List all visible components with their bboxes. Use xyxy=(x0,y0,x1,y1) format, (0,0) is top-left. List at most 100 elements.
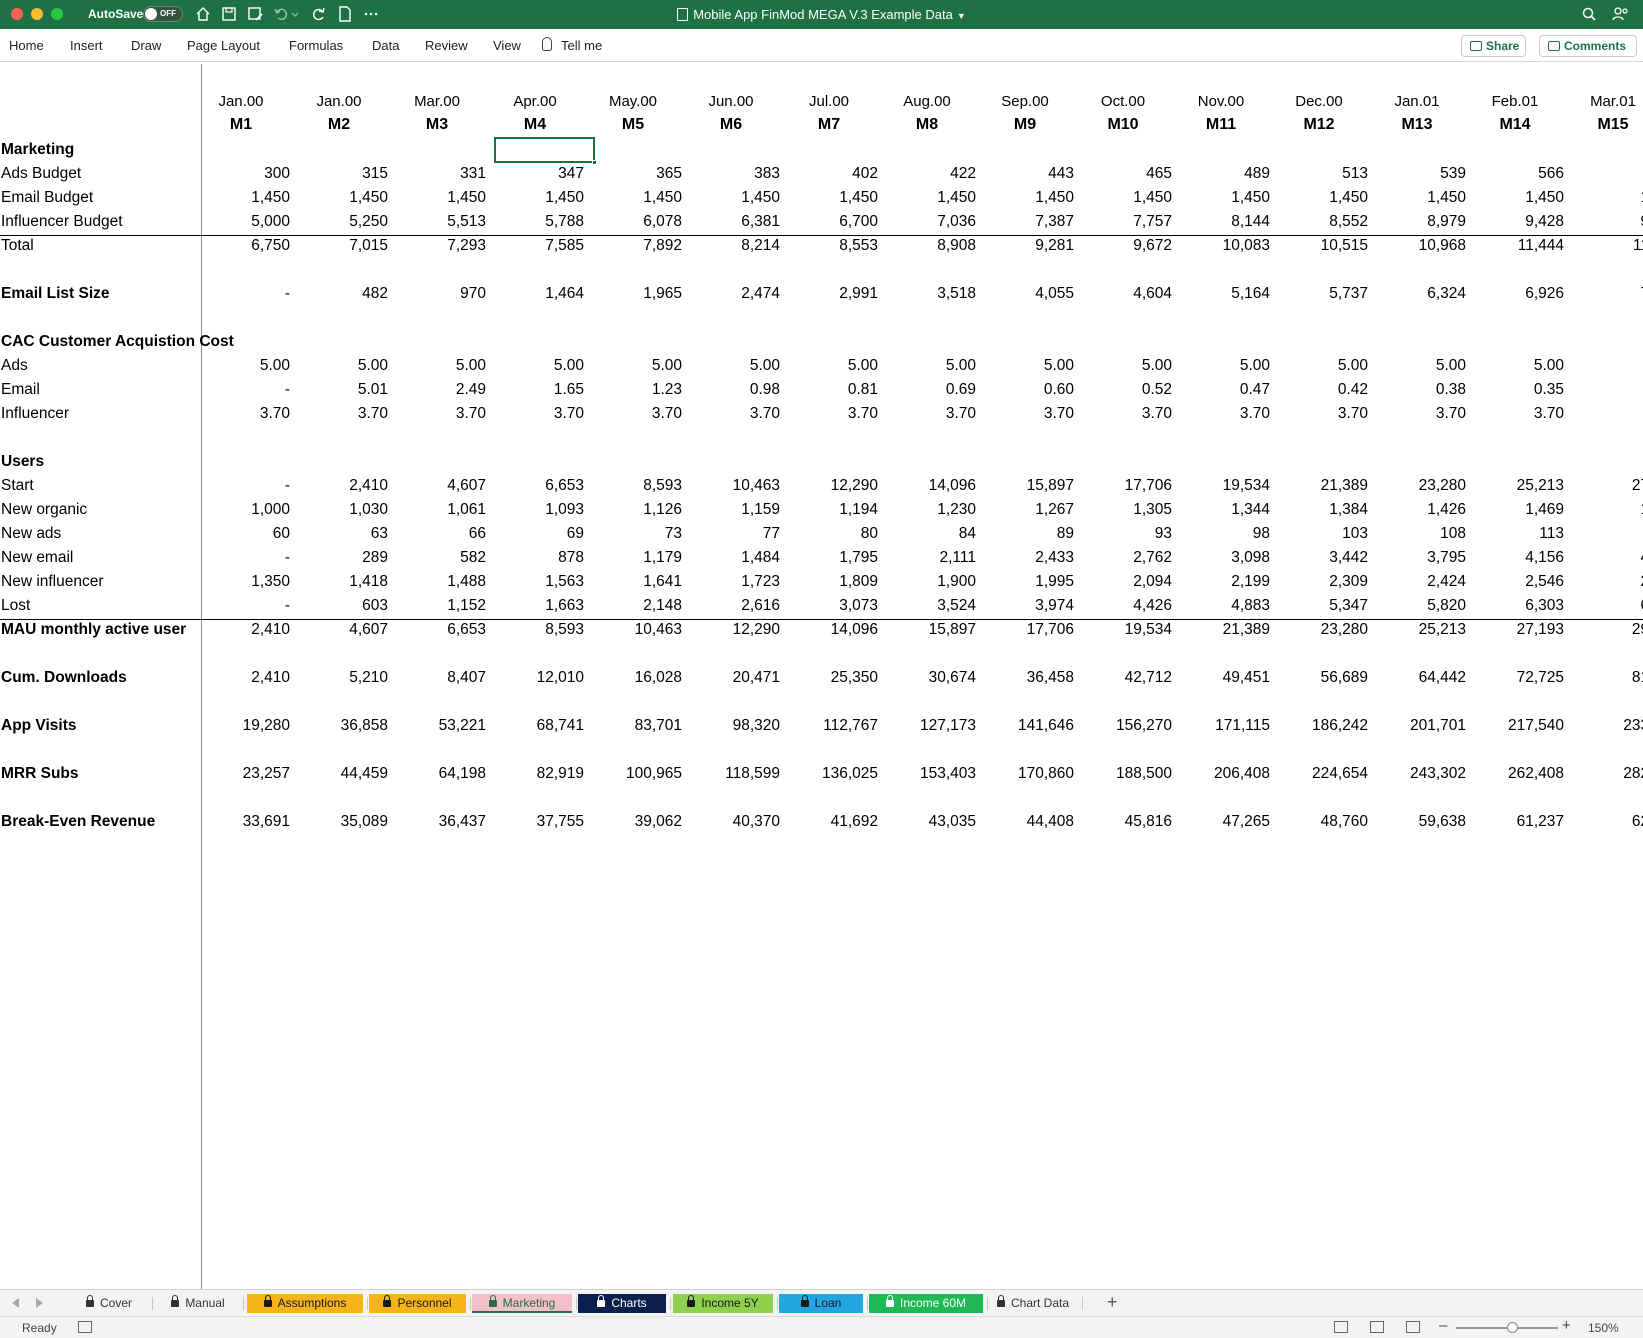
table-cell[interactable]: 39,062 xyxy=(592,813,682,831)
row-label[interactable]: Email xyxy=(1,381,40,399)
table-cell[interactable]: 136,025 xyxy=(788,765,878,783)
table-cell[interactable]: 1,450 xyxy=(494,189,584,207)
table-cell[interactable]: 5,820 xyxy=(1376,597,1466,615)
table-cell[interactable]: 8,553 xyxy=(788,237,878,255)
table-cell[interactable]: 282,0 xyxy=(1572,765,1643,783)
column-date-header[interactable]: Jan.00 xyxy=(195,93,287,110)
table-cell[interactable]: 44,459 xyxy=(298,765,388,783)
table-cell[interactable]: 7,892 xyxy=(592,237,682,255)
table-cell[interactable]: 9,672 xyxy=(1082,237,1172,255)
column-month-header[interactable]: M13 xyxy=(1371,116,1463,134)
table-cell[interactable]: 80 xyxy=(788,525,878,543)
table-cell[interactable]: 7,585 xyxy=(494,237,584,255)
row-label[interactable]: Start xyxy=(1,477,34,495)
sheet-tab-loan[interactable]: Loan xyxy=(779,1294,863,1313)
table-cell[interactable]: 3.70 xyxy=(592,405,682,423)
row-label[interactable]: New influencer xyxy=(1,573,104,591)
table-cell[interactable]: 0.52 xyxy=(1082,381,1172,399)
table-cell[interactable]: 402 xyxy=(788,165,878,183)
sheet-tab-charts[interactable]: Charts xyxy=(578,1294,666,1313)
row-label[interactable]: CAC Customer Acquistion Cost xyxy=(1,333,234,351)
column-date-header[interactable]: Aug.00 xyxy=(881,93,973,110)
table-cell[interactable]: 30,674 xyxy=(886,669,976,687)
table-cell[interactable]: 7,387 xyxy=(984,213,1074,231)
table-cell[interactable]: 15,897 xyxy=(886,621,976,639)
zoom-in-button[interactable]: + xyxy=(1562,1317,1571,1334)
sheet-tab-income-60m[interactable]: Income 60M xyxy=(869,1294,983,1313)
table-cell[interactable]: 1,450 xyxy=(1376,189,1466,207)
table-cell[interactable]: 100,965 xyxy=(592,765,682,783)
table-cell[interactable]: 1,418 xyxy=(298,573,388,591)
table-cell[interactable]: 35,089 xyxy=(298,813,388,831)
table-cell[interactable]: 77 xyxy=(690,525,780,543)
row-label[interactable]: Email List Size xyxy=(1,285,110,303)
row-label[interactable]: Influencer xyxy=(1,405,69,423)
table-cell[interactable]: 21,389 xyxy=(1278,477,1368,495)
table-cell[interactable]: 7,5 xyxy=(1572,285,1643,303)
row-label[interactable]: Users xyxy=(1,453,44,471)
table-cell[interactable]: 8,593 xyxy=(592,477,682,495)
table-cell[interactable]: 4,156 xyxy=(1474,549,1564,567)
row-label[interactable]: MRR Subs xyxy=(1,765,79,783)
table-cell[interactable]: 1,484 xyxy=(690,549,780,567)
column-date-header[interactable]: Jan.01 xyxy=(1371,93,1463,110)
table-cell[interactable]: 3.70 xyxy=(200,405,290,423)
table-cell[interactable]: 1,663 xyxy=(494,597,584,615)
table-cell[interactable]: 10,968 xyxy=(1376,237,1466,255)
table-cell[interactable]: 112,767 xyxy=(788,717,878,735)
row-label[interactable]: New organic xyxy=(1,501,87,519)
table-cell[interactable]: 17,706 xyxy=(1082,477,1172,495)
comments-button[interactable]: Comments xyxy=(1539,35,1637,57)
table-cell[interactable]: - xyxy=(200,477,290,495)
table-cell[interactable]: 1,061 xyxy=(396,501,486,519)
table-cell[interactable]: 1,450 xyxy=(1474,189,1564,207)
column-month-header[interactable]: M14 xyxy=(1469,116,1561,134)
table-cell[interactable]: 23,257 xyxy=(200,765,290,783)
table-cell[interactable]: 3,518 xyxy=(886,285,976,303)
table-cell[interactable]: 61,237 xyxy=(1474,813,1564,831)
table-cell[interactable]: 89 xyxy=(984,525,1074,543)
table-cell[interactable]: 60 xyxy=(200,525,290,543)
table-cell[interactable]: 5.00 xyxy=(396,357,486,375)
table-cell[interactable]: 5,347 xyxy=(1278,597,1368,615)
table-cell[interactable]: 289 xyxy=(298,549,388,567)
column-month-header[interactable]: M8 xyxy=(881,116,973,134)
table-cell[interactable]: 7,757 xyxy=(1082,213,1172,231)
sheet-tab-income-5y[interactable]: Income 5Y xyxy=(673,1294,773,1313)
table-cell[interactable]: 7,015 xyxy=(298,237,388,255)
table-cell[interactable]: 5.00 xyxy=(1474,357,1564,375)
table-cell[interactable]: 82,919 xyxy=(494,765,584,783)
table-cell[interactable]: 5 xyxy=(1572,165,1643,183)
table-cell[interactable]: 3.70 xyxy=(1474,405,1564,423)
table-cell[interactable]: 10,463 xyxy=(690,477,780,495)
table-cell[interactable]: 98 xyxy=(1180,525,1270,543)
table-cell[interactable]: 5,210 xyxy=(298,669,388,687)
accessibility-icon[interactable] xyxy=(78,1321,92,1333)
table-cell[interactable]: 5,250 xyxy=(298,213,388,231)
table-cell[interactable]: 25,350 xyxy=(788,669,878,687)
page-break-view-icon[interactable] xyxy=(1406,1321,1420,1333)
table-cell[interactable]: 1,450 xyxy=(1180,189,1270,207)
table-cell[interactable]: 217,540 xyxy=(1474,717,1564,735)
table-cell[interactable]: 141,646 xyxy=(984,717,1074,735)
row-label[interactable]: New email xyxy=(1,549,73,567)
table-cell[interactable]: 8,407 xyxy=(396,669,486,687)
row-label[interactable]: App Visits xyxy=(1,717,77,735)
column-month-header[interactable]: M9 xyxy=(979,116,1071,134)
column-date-header[interactable]: Apr.00 xyxy=(489,93,581,110)
table-cell[interactable]: 970 xyxy=(396,285,486,303)
table-cell[interactable]: 1,450 xyxy=(886,189,976,207)
table-cell[interactable]: 1,900 xyxy=(886,573,976,591)
table-cell[interactable]: 3.70 xyxy=(494,405,584,423)
table-cell[interactable]: 1,384 xyxy=(1278,501,1368,519)
table-cell[interactable]: 603 xyxy=(298,597,388,615)
table-cell[interactable]: 3.70 xyxy=(1082,405,1172,423)
table-cell[interactable]: 4,883 xyxy=(1180,597,1270,615)
table-cell[interactable]: 23,280 xyxy=(1376,477,1466,495)
sheet-tab-chart-data[interactable]: Chart Data xyxy=(988,1294,1078,1313)
row-label[interactable]: Influencer Budget xyxy=(1,213,123,231)
table-cell[interactable]: 2,433 xyxy=(984,549,1074,567)
zoom-out-button[interactable]: – xyxy=(1439,1317,1447,1334)
table-cell[interactable]: 5.00 xyxy=(788,357,878,375)
table-cell[interactable]: 6,750 xyxy=(200,237,290,255)
